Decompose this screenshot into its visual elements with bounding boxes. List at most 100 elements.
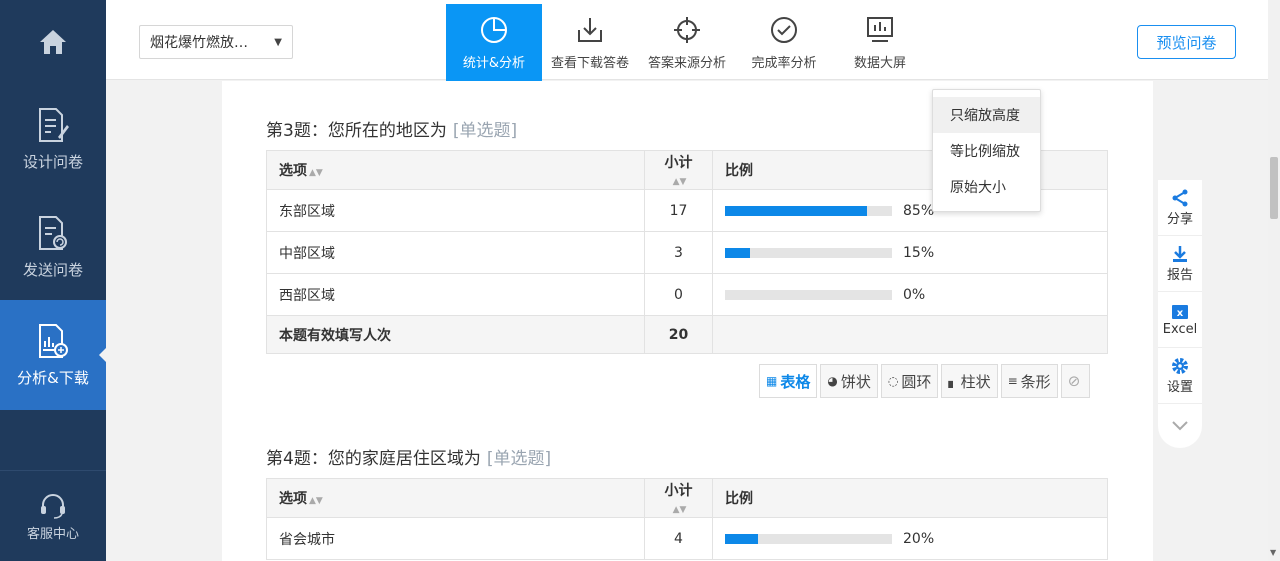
sidebar-item-send[interactable]: 发送问卷	[0, 194, 106, 300]
option-cell: 东部区域	[266, 189, 645, 232]
option-cell: 省会城市	[266, 517, 645, 560]
question-title-text: 第4题：您的家庭居住区域为	[266, 449, 481, 469]
view-column-button[interactable]: ▖ 柱状	[941, 364, 998, 398]
zoom-proportional[interactable]: 等比例缩放	[933, 133, 1040, 169]
total-label: 本题有效填写人次	[266, 315, 645, 354]
preview-survey-button[interactable]: 预览问卷	[1137, 25, 1236, 59]
total-count: 20	[644, 315, 713, 354]
sidebar-item-analyze[interactable]: 分析&下载	[0, 300, 107, 410]
progress-bar	[725, 533, 892, 544]
survey-select[interactable]: 烟花爆竹燃放… ▼	[139, 25, 293, 59]
chevron-down-icon	[1172, 421, 1188, 431]
tool-panel: 分享 报告 x Excel 设置	[1158, 180, 1202, 448]
progress-bar	[725, 289, 892, 300]
tab-label: 完成率分析	[751, 56, 817, 71]
count-cell: 3	[644, 231, 713, 274]
download-report-icon	[1173, 246, 1187, 262]
ratio-cell: 15%	[712, 231, 1108, 274]
question-type: [单选题]	[486, 449, 552, 469]
zoom-menu: 只缩放高度 等比例缩放 原始大小	[932, 89, 1041, 212]
column-chart-icon: ▖	[948, 374, 958, 388]
column-header-option[interactable]: 选项 ▲▼	[266, 478, 645, 518]
view-donut-button[interactable]: ◌ 圆环	[880, 364, 939, 398]
column-header-count[interactable]: 小计▲▼	[644, 150, 713, 190]
table-row: 西部区域 0 0%	[266, 273, 1108, 316]
ratio-cell: 20%	[712, 517, 1108, 560]
tab-data-screen[interactable]: 数据大屏	[832, 4, 928, 81]
ratio-cell: 85%	[712, 189, 1108, 232]
gear-icon	[1172, 358, 1188, 374]
sidebar-item-label: 分析&下载	[17, 368, 89, 387]
question-title: 第4题：您的家庭居住区域为 [单选题]	[266, 444, 551, 469]
excel-export-button[interactable]: x Excel	[1158, 292, 1202, 348]
collapse-tools-button[interactable]	[1158, 404, 1202, 448]
tab-label: 答案来源分析	[647, 56, 726, 71]
table-icon: ▦	[766, 374, 778, 388]
tab-download-responses[interactable]: 查看下载答卷	[542, 4, 638, 81]
zoom-height-only[interactable]: 只缩放高度	[933, 97, 1040, 133]
progress-bar	[725, 205, 892, 216]
question-type: [单选题]	[452, 121, 518, 141]
sort-icon: ▲▼	[309, 168, 323, 178]
count-cell: 4	[644, 517, 713, 560]
table-row: 省会城市 4 20%	[266, 517, 1108, 560]
column-header-count[interactable]: 小计▲▼	[644, 478, 713, 518]
progress-fill	[725, 247, 751, 258]
hide-icon: ⊘	[1067, 372, 1081, 390]
progress-fill	[725, 533, 759, 544]
share-button[interactable]: 分享	[1158, 180, 1202, 236]
scrollbar[interactable]: ▼	[1268, 0, 1280, 561]
percent-label: 0%	[903, 286, 926, 303]
check-circle-icon	[771, 17, 797, 43]
sidebar-item-support[interactable]: 客服中心	[0, 470, 106, 561]
top-bar: 烟花爆竹燃放… ▼ 统计&分析 查看下载答卷 答案来源分析 完成率分析 数据大屏…	[106, 0, 1280, 81]
view-pie-button[interactable]: ◕ 饼状	[820, 364, 878, 398]
scroll-down-icon[interactable]: ▼	[1270, 548, 1276, 557]
count-cell: 0	[644, 273, 713, 316]
tab-source-analysis[interactable]: 答案来源分析	[638, 4, 736, 81]
pie-icon: ◕	[827, 374, 838, 388]
column-header-option[interactable]: 选项 ▲▼	[266, 150, 645, 190]
pie-chart-icon	[481, 17, 507, 43]
sidebar: 设计问卷 发送问卷 分析&下载 客服中心	[0, 0, 107, 561]
view-table-button[interactable]: ▦ 表格	[759, 364, 818, 398]
tab-label: 查看下载答卷	[550, 56, 629, 71]
sort-icon: ▲▼	[309, 496, 323, 506]
send-icon	[39, 215, 67, 250]
column-header-ratio: 比例	[712, 478, 1108, 518]
ratio-cell: 0%	[712, 273, 1108, 316]
caret-down-icon: ▼	[274, 36, 282, 48]
tab-stats-analysis[interactable]: 统计&分析	[446, 4, 542, 81]
question-title: 第3题：您所在的地区为 [单选题]	[266, 116, 517, 141]
share-icon	[1172, 189, 1188, 207]
sort-icon: ▲▼	[672, 505, 687, 515]
scrollbar-thumb[interactable]	[1270, 157, 1278, 219]
tab-completion-analysis[interactable]: 完成率分析	[736, 4, 832, 81]
design-icon	[39, 107, 69, 142]
zoom-original[interactable]: 原始大小	[933, 169, 1040, 205]
settings-button[interactable]: 设置	[1158, 348, 1202, 404]
bar-chart-icon: ≡	[1007, 374, 1018, 388]
svg-text:x: x	[1177, 308, 1184, 319]
monitor-chart-icon	[867, 17, 893, 42]
sort-icon: ▲▼	[672, 177, 687, 187]
sidebar-item-design[interactable]: 设计问卷	[0, 84, 106, 194]
question-title-text: 第3题：您所在的地区为	[266, 121, 447, 141]
view-bar-button[interactable]: ≡ 条形	[1000, 364, 1058, 398]
progress-bar	[725, 247, 892, 258]
excel-icon: x	[1172, 305, 1188, 319]
headset-icon	[41, 493, 65, 519]
tab-label: 统计&分析	[462, 56, 526, 71]
hide-chart-button[interactable]: ⊘	[1060, 364, 1091, 398]
sidebar-item-home[interactable]	[0, 0, 106, 84]
analyze-icon	[39, 323, 68, 358]
progress-fill	[725, 205, 867, 216]
donut-icon: ◌	[887, 374, 899, 388]
count-cell: 17	[644, 189, 713, 232]
table-row: 中部区域 3 15%	[266, 231, 1108, 274]
percent-label: 15%	[903, 244, 935, 261]
report-button[interactable]: 报告	[1158, 236, 1202, 292]
results-table: 选项 ▲▼ 小计▲▼ 比例 省会城市 4 20%	[266, 478, 1108, 560]
sidebar-item-label: 客服中心	[26, 526, 79, 542]
home-icon	[40, 30, 66, 54]
